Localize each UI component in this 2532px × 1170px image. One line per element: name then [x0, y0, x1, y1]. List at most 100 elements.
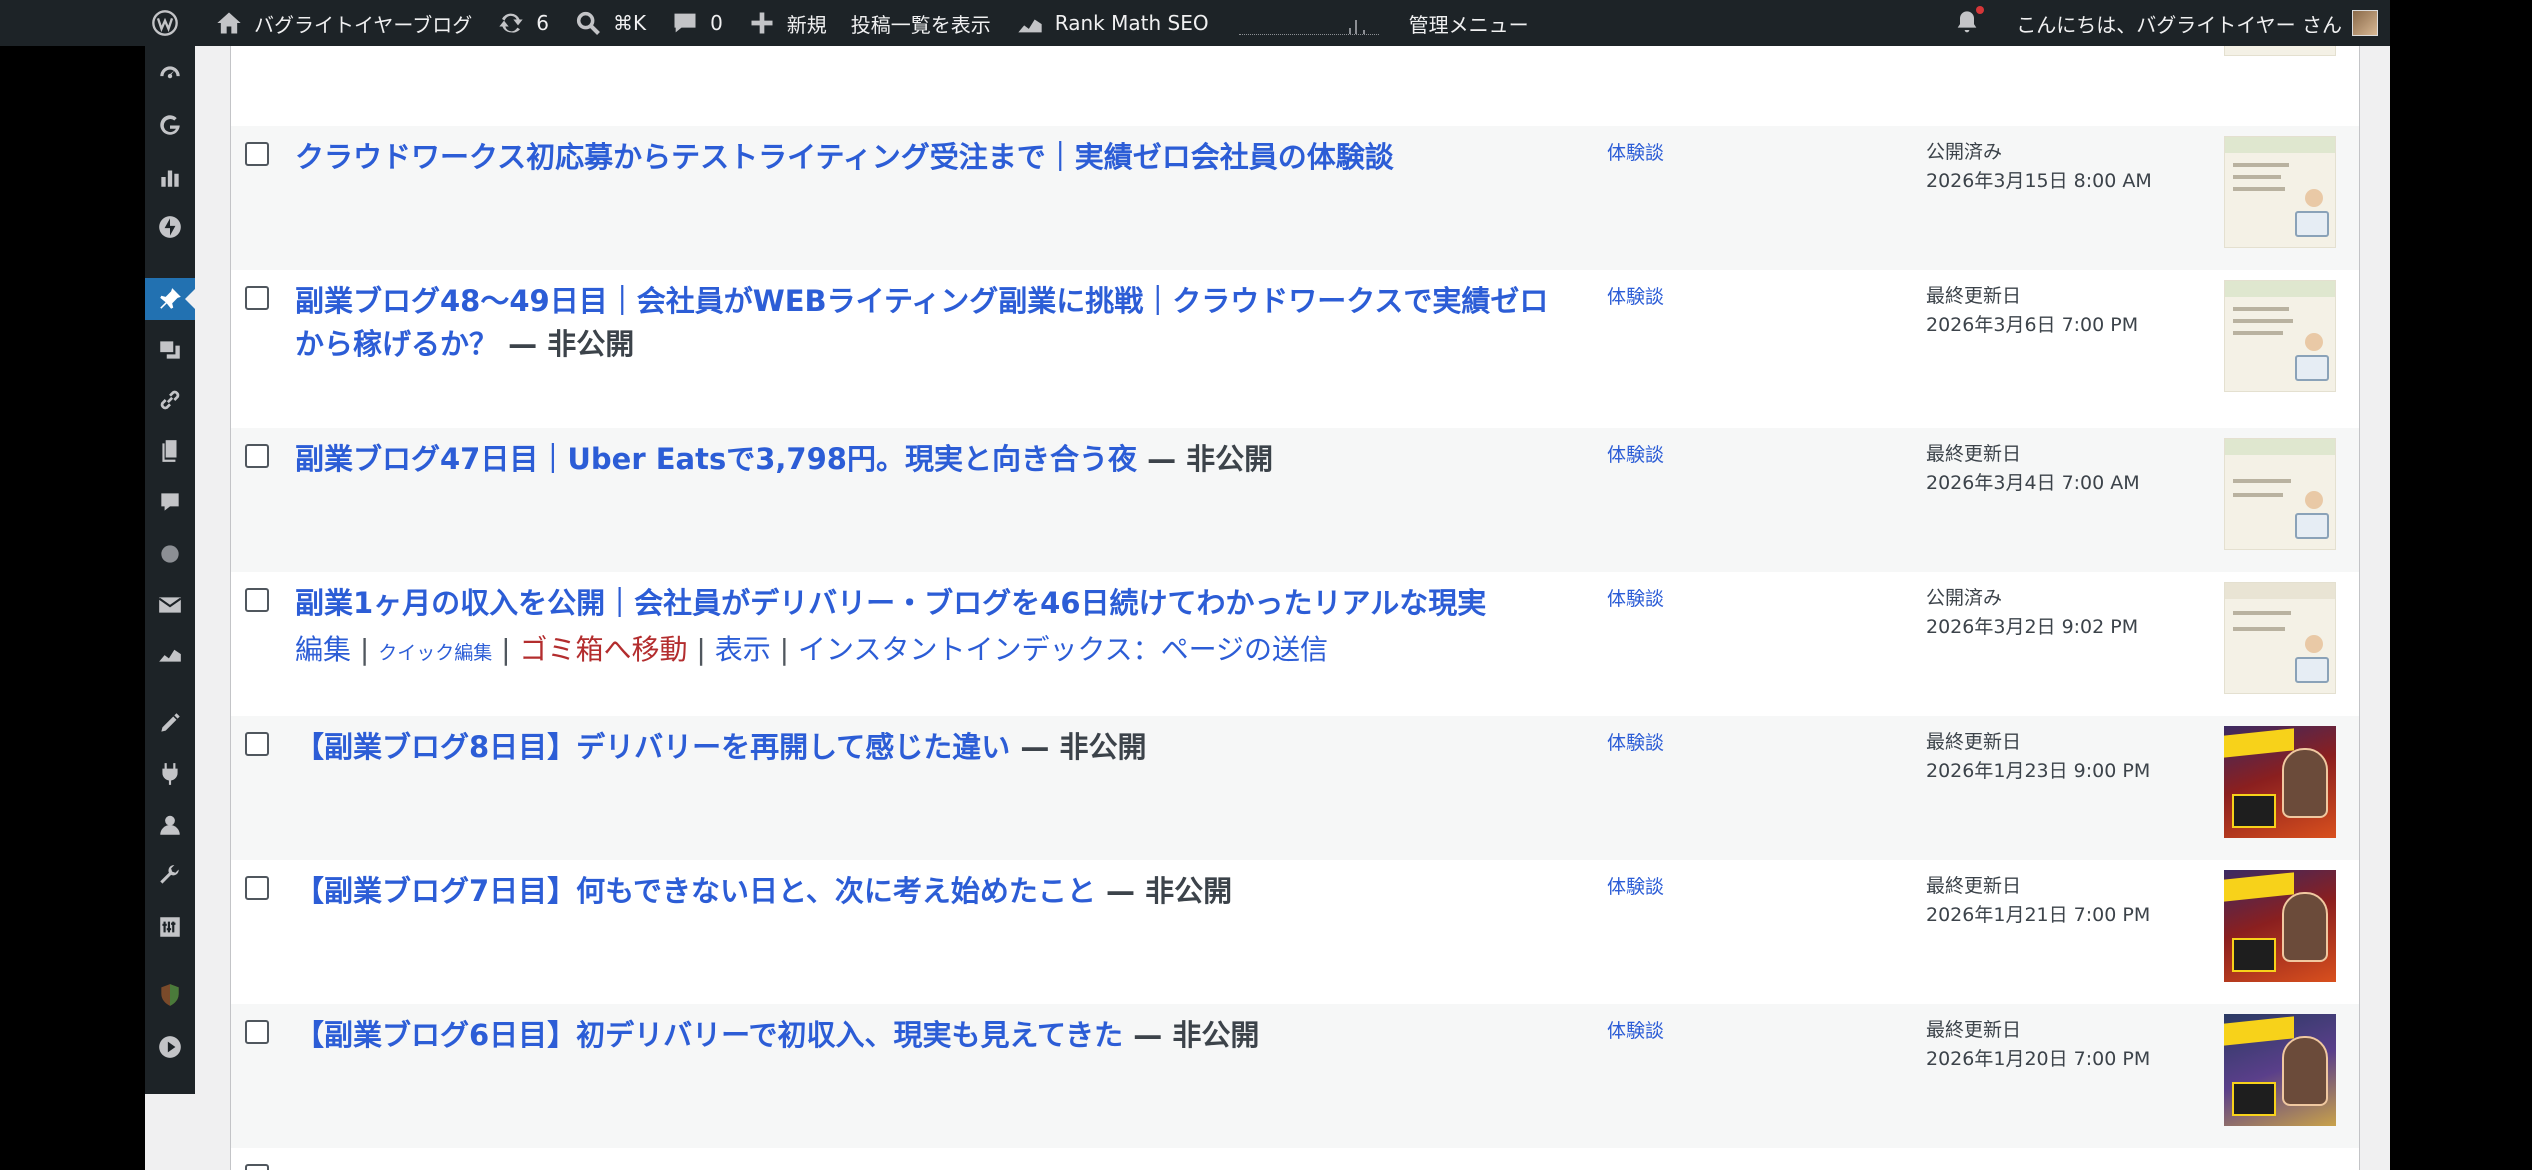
- post-date: 公開済み 2026年3月15日 8:00 AM: [1926, 141, 2152, 192]
- admin-menu-link[interactable]: 管理メニュー: [1397, 0, 1541, 46]
- plus-icon: [747, 8, 777, 38]
- post-title[interactable]: 副業ブログ47日目｜Uber Eatsで3,798円。現実と向き合う夜 — 非公…: [295, 438, 1575, 481]
- post-category[interactable]: 体験談: [1607, 1016, 1664, 1043]
- row-actions: 編集 | クイック編集 | ゴミ箱へ移動 | 表示 | インスタントインデックス…: [295, 633, 1329, 666]
- featured-image: [2224, 726, 2336, 838]
- home-icon: [214, 8, 244, 38]
- sidebar-bottom: [145, 1094, 195, 1170]
- table-row: 【副業ブログ8日目】デリバリーを再開して感じた違い — 非公開 体験談 最終更新…: [231, 716, 2359, 860]
- admin-bar: バグライトイヤーブログ 6 ⌘K 0 新規 投稿一覧を表示 Rank Math …: [0, 0, 2390, 46]
- post-category[interactable]: 体験談: [1607, 728, 1664, 755]
- post-date: 最終更新日 2026年1月23日 9:00 PM: [1926, 731, 2151, 782]
- greeting: こんにちは、バグライトイヤー さん: [2016, 12, 2342, 37]
- notification-dot: [1976, 6, 1985, 14]
- row-checkbox[interactable]: [245, 444, 269, 468]
- media-icon[interactable]: [145, 329, 195, 371]
- site-name-link[interactable]: バグライトイヤーブログ: [202, 0, 484, 46]
- site-name: バグライトイヤーブログ: [254, 12, 473, 37]
- post-title[interactable]: 【副業ブログ6日目】初デリバリーで初収入、現実も見えてきた — 非公開: [295, 1014, 1575, 1057]
- rank-math-label: Rank Math SEO: [1054, 11, 1209, 35]
- view-posts-link[interactable]: 投稿一覧を表示: [839, 0, 1003, 46]
- post-category[interactable]: 体験談: [1607, 138, 1664, 165]
- search-icon: [573, 8, 603, 38]
- row-checkbox[interactable]: [245, 1164, 269, 1170]
- new-content-link[interactable]: 新規: [735, 0, 839, 46]
- view-posts-label: 投稿一覧を表示: [850, 12, 991, 37]
- post-category[interactable]: 体験談: [1607, 584, 1664, 611]
- table-row: [231, 46, 2359, 76]
- row-checkbox[interactable]: [245, 1020, 269, 1044]
- new-label: 新規: [786, 12, 827, 37]
- row-checkbox[interactable]: [245, 286, 269, 310]
- comments-icon[interactable]: [145, 481, 195, 523]
- featured-image: [2224, 1014, 2336, 1126]
- featured-image: [2224, 870, 2336, 982]
- tools-icon[interactable]: [145, 855, 195, 897]
- table-row: 副業1ヶ月の収入を公開｜会社員がデリバリー・ブログを46日続けてわかったリアルな…: [231, 572, 2359, 716]
- trash-link[interactable]: ゴミ箱へ移動: [520, 633, 688, 666]
- post-category[interactable]: 体験談: [1607, 440, 1664, 467]
- edit-link[interactable]: 編集: [295, 633, 351, 666]
- featured-image: [2224, 46, 2336, 56]
- bell-icon: [1952, 6, 1985, 38]
- comments-link[interactable]: 0: [658, 0, 735, 46]
- row-checkbox[interactable]: [245, 732, 269, 756]
- plugin-circle-icon[interactable]: [145, 533, 195, 575]
- post-category[interactable]: 体験談: [1607, 872, 1664, 899]
- updates-link[interactable]: 6: [484, 0, 561, 46]
- plugins-icon[interactable]: [145, 753, 195, 795]
- comments-count: 0: [710, 11, 723, 35]
- rank-math-link[interactable]: Rank Math SEO: [1003, 0, 1221, 46]
- search-button[interactable]: ⌘K: [561, 0, 658, 46]
- google-icon[interactable]: [145, 104, 195, 146]
- updates-count: 6: [536, 11, 549, 35]
- table-row: クラウドワークス初応募からテストライティング受注まで｜実績ゼロ会社員の体験談 体…: [231, 126, 2359, 270]
- posts-icon[interactable]: [145, 278, 195, 320]
- comment-bubble-icon: [670, 8, 700, 38]
- posts-list-table: クラウドワークス初応募からテストライティング受注まで｜実績ゼロ会社員の体験談 体…: [230, 46, 2360, 1170]
- post-title[interactable]: 【副業ブログ7日目】何もできない日と、次に考え始めたこと — 非公開: [295, 870, 1575, 913]
- table-row: 【副業ブログ7日目】何もできない日と、次に考え始めたこと — 非公開 体験談 最…: [231, 860, 2359, 1004]
- instant-index-link[interactable]: インスタントインデックス：ページの送信: [798, 633, 1328, 666]
- view-link[interactable]: 表示: [715, 633, 771, 666]
- stats-sparkline[interactable]: [1238, 11, 1379, 35]
- featured-image: [2224, 136, 2336, 248]
- shield-icon[interactable]: [145, 974, 195, 1016]
- rank-math-icon: [1015, 8, 1045, 38]
- post-category[interactable]: 体験談: [1607, 282, 1664, 309]
- links-icon[interactable]: [145, 379, 195, 421]
- post-date: 最終更新日 2026年3月4日 7:00 AM: [1926, 443, 2140, 494]
- post-date: 最終更新日 2026年1月20日 7:00 PM: [1926, 1019, 2151, 1070]
- post-title[interactable]: 副業1ヶ月の収入を公開｜会社員がデリバリー・ブログを46日続けてわかったリアルな…: [295, 582, 1575, 625]
- post-title[interactable]: クラウドワークス初応募からテストライティング受注まで｜実績ゼロ会社員の体験談: [295, 136, 1575, 179]
- featured-image: [2224, 582, 2336, 694]
- post-date: 公開済み 2026年3月2日 9:02 PM: [1926, 587, 2139, 638]
- row-checkbox[interactable]: [245, 876, 269, 900]
- featured-image: [2224, 438, 2336, 550]
- wordpress-logo-button[interactable]: [0, 0, 202, 46]
- search-shortcut: ⌘K: [612, 11, 647, 35]
- dashboard-icon[interactable]: [145, 54, 195, 96]
- post-title[interactable]: 【副業ブログ8日目】デリバリーを再開して感じた違い — 非公開: [295, 726, 1575, 769]
- admin-menu-label: 管理メニュー: [1408, 12, 1529, 37]
- mail-icon[interactable]: [145, 584, 195, 626]
- row-checkbox[interactable]: [245, 142, 269, 166]
- refresh-icon: [496, 8, 526, 38]
- play-icon[interactable]: [145, 1026, 195, 1068]
- quick-edit-link[interactable]: クイック編集: [378, 642, 492, 664]
- admin-sidebar: [145, 46, 195, 1094]
- notifications-button[interactable]: [1940, 0, 2004, 46]
- wordpress-icon: [150, 8, 180, 38]
- avatar: [2352, 10, 2378, 36]
- post-title[interactable]: 副業ブログ48〜49日目｜会社員がWEBライティング副業に挑戦｜クラウドワークス…: [295, 280, 1575, 366]
- analytics-icon[interactable]: [145, 156, 195, 198]
- pages-icon[interactable]: [145, 430, 195, 472]
- rank-math-menu-icon[interactable]: [145, 632, 195, 674]
- appearance-icon[interactable]: [145, 702, 195, 744]
- users-icon[interactable]: [145, 804, 195, 846]
- post-date: 最終更新日 2026年3月6日 7:00 PM: [1926, 285, 2139, 336]
- row-checkbox[interactable]: [245, 588, 269, 612]
- settings-icon[interactable]: [145, 906, 195, 948]
- my-account-link[interactable]: こんにちは、バグライトイヤー さん: [2004, 0, 2390, 46]
- jetpack-icon[interactable]: [145, 206, 195, 248]
